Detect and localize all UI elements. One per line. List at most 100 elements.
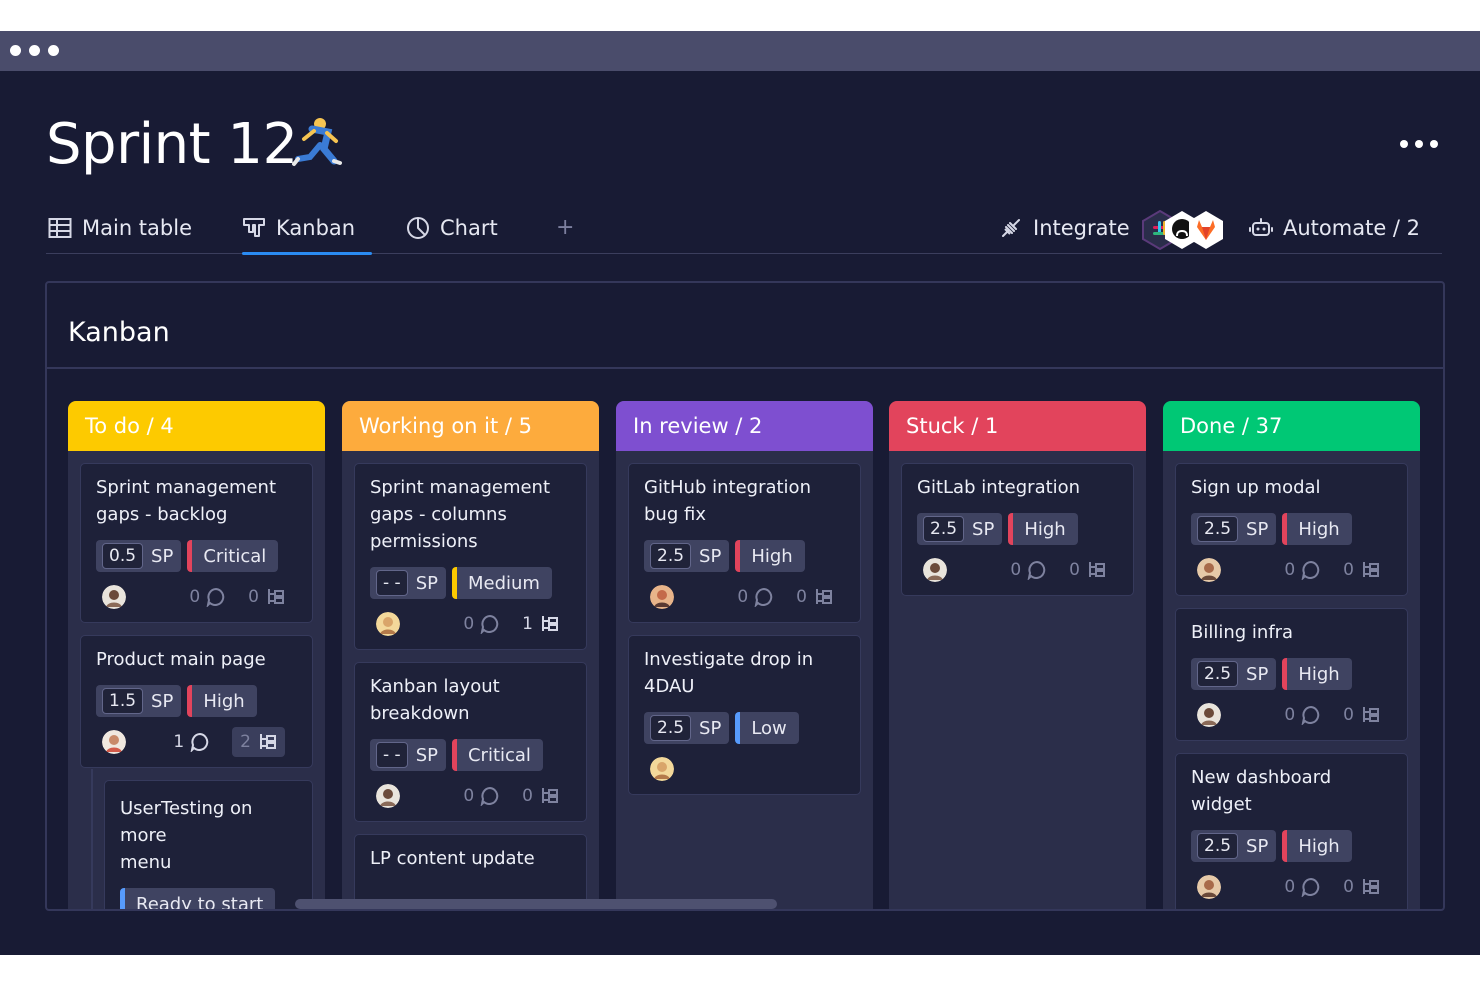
priority-tag[interactable]: High xyxy=(1282,513,1352,545)
story-points-tag[interactable]: 2.5 SP xyxy=(1191,513,1277,545)
subitems-icon xyxy=(268,589,284,604)
card[interactable]: LP content update xyxy=(354,834,587,909)
subitems-count[interactable]: 2 xyxy=(232,727,285,757)
comments-count[interactable]: 0 xyxy=(1010,560,1047,580)
story-points-value: - - xyxy=(376,742,408,768)
comments-value: 0 xyxy=(1010,560,1022,580)
story-points-tag[interactable]: 2.5 SP xyxy=(644,540,730,572)
comments-count[interactable]: 0 xyxy=(463,786,500,806)
automate-button[interactable]: Automate / 2 xyxy=(1249,214,1420,242)
subitems-count[interactable]: 0 xyxy=(796,587,833,607)
comments-count[interactable]: 0 xyxy=(1284,560,1321,580)
tab-label: Chart xyxy=(440,216,498,240)
priority-tag[interactable]: Critical xyxy=(187,540,279,572)
story-points-unit: SP xyxy=(1246,518,1269,540)
comments-count[interactable]: 0 xyxy=(1284,705,1321,725)
avatar[interactable] xyxy=(102,730,126,754)
add-view-button[interactable]: + xyxy=(556,215,574,240)
avatar[interactable] xyxy=(1197,703,1221,727)
board-menu-button[interactable] xyxy=(1400,140,1438,148)
card[interactable]: Investigate drop in 4DAU 2.5 SP Low xyxy=(628,635,861,795)
card[interactable]: Sprint management gaps - columns permiss… xyxy=(354,463,587,650)
story-points-unit: SP xyxy=(699,545,722,567)
story-points-tag[interactable]: - - SP xyxy=(370,567,446,599)
story-points-unit: SP xyxy=(1246,835,1269,857)
story-points-tag[interactable]: 2.5 SP xyxy=(917,513,1003,545)
integrate-button[interactable]: Integrate xyxy=(999,214,1130,242)
priority-tag[interactable]: Critical xyxy=(451,739,543,771)
card[interactable]: Sprint management gaps - backlog 0.5 SP C… xyxy=(80,463,313,623)
comments-count[interactable]: 0 xyxy=(189,587,226,607)
avatar[interactable] xyxy=(650,757,674,781)
avatar[interactable] xyxy=(102,585,126,609)
subitem-card[interactable]: UserTesting on more menu Ready to start xyxy=(91,769,313,909)
integrate-label: Integrate xyxy=(1033,216,1130,240)
tab-kanban[interactable]: Kanban xyxy=(242,214,355,242)
avatar[interactable] xyxy=(650,585,674,609)
story-points-tag[interactable]: 0.5 SP xyxy=(96,540,182,572)
priority-tag[interactable]: High xyxy=(1008,513,1078,545)
priority-tag[interactable]: Medium xyxy=(451,567,552,599)
story-points-tag[interactable]: 2.5 SP xyxy=(1191,658,1277,690)
column-header-todo[interactable]: To do / 4 xyxy=(68,401,325,451)
subitem-connector xyxy=(91,769,93,909)
tab-chart[interactable]: Chart xyxy=(406,214,498,242)
story-points-tag[interactable]: 2.5 SP xyxy=(644,712,730,744)
avatar[interactable] xyxy=(1197,875,1221,899)
card-title: Sprint management gaps - backlog xyxy=(96,477,277,525)
card[interactable]: GitLab integration 2.5 SP High 0 0 xyxy=(901,463,1134,596)
card[interactable]: Product main page 1.5 SP High 1 2 xyxy=(80,635,313,768)
tab-main-table[interactable]: Main table xyxy=(48,214,192,242)
priority-tag[interactable]: High xyxy=(187,685,257,717)
story-points-tag[interactable]: 2.5 SP xyxy=(1191,830,1277,862)
avatar[interactable] xyxy=(376,784,400,808)
subitems-count[interactable]: 0 xyxy=(1343,877,1380,897)
comments-count[interactable]: 0 xyxy=(463,614,500,634)
story-points-tag[interactable]: - - SP xyxy=(370,739,446,771)
avatar[interactable] xyxy=(376,612,400,636)
subitems-count[interactable]: 0 xyxy=(522,786,559,806)
column-header-done[interactable]: Done / 37 xyxy=(1163,401,1420,451)
column-header-working[interactable]: Working on it / 5 xyxy=(342,401,599,451)
kanban-panel-header: Kanban xyxy=(47,283,1443,369)
priority-tag[interactable]: High xyxy=(735,540,805,572)
kanban-panel-title: Kanban xyxy=(68,317,170,348)
card[interactable]: Billing infra 2.5 SP High 0 0 xyxy=(1175,608,1408,741)
card[interactable]: Sign up modal 2.5 SP High 0 0 xyxy=(1175,463,1408,596)
gitlab-icon xyxy=(1189,211,1223,249)
subitems-icon xyxy=(816,589,832,604)
window-dot xyxy=(10,45,21,56)
card[interactable]: Kanban layout breakdown - - SP Critical 0… xyxy=(354,662,587,822)
comments-count[interactable]: 1 xyxy=(173,732,210,752)
story-points-value: 2.5 xyxy=(650,715,692,741)
dot xyxy=(1430,140,1438,148)
status-tag[interactable]: Ready to start xyxy=(120,888,276,909)
subitems-count[interactable]: 0 xyxy=(1069,560,1106,580)
comments-value: 0 xyxy=(463,614,475,634)
subitems-count[interactable]: 1 xyxy=(522,614,559,634)
comments-value: 0 xyxy=(737,587,749,607)
subitems-count[interactable]: 0 xyxy=(1343,705,1380,725)
comments-count[interactable]: 0 xyxy=(1284,877,1321,897)
subitems-value: 0 xyxy=(522,786,533,806)
horizontal-scrollbar[interactable] xyxy=(295,899,777,909)
card[interactable]: GitHub integration bug fix 2.5 SP High 0 … xyxy=(628,463,861,623)
integration-apps[interactable] xyxy=(1141,210,1225,250)
story-points-tag[interactable]: 1.5 SP xyxy=(96,685,182,717)
comments-count[interactable]: 0 xyxy=(737,587,774,607)
priority-tag[interactable]: Low xyxy=(735,712,799,744)
subitems-count[interactable]: 0 xyxy=(1343,560,1380,580)
board-title[interactable]: Sprint 12 xyxy=(46,115,298,175)
card-title: New dashboard widget xyxy=(1191,767,1332,815)
priority-tag[interactable]: High xyxy=(1282,830,1352,862)
card[interactable]: New dashboard widget 2.5 SP High 0 0 xyxy=(1175,753,1408,909)
priority-tag[interactable]: High xyxy=(1282,658,1352,690)
dot xyxy=(1400,140,1408,148)
subitems-icon xyxy=(542,788,558,803)
story-points-value: 2.5 xyxy=(650,543,692,569)
avatar[interactable] xyxy=(1197,558,1221,582)
column-header-stuck[interactable]: Stuck / 1 xyxy=(889,401,1146,451)
column-header-in-review[interactable]: In review / 2 xyxy=(616,401,873,451)
subitems-count[interactable]: 0 xyxy=(248,587,285,607)
avatar[interactable] xyxy=(923,558,947,582)
